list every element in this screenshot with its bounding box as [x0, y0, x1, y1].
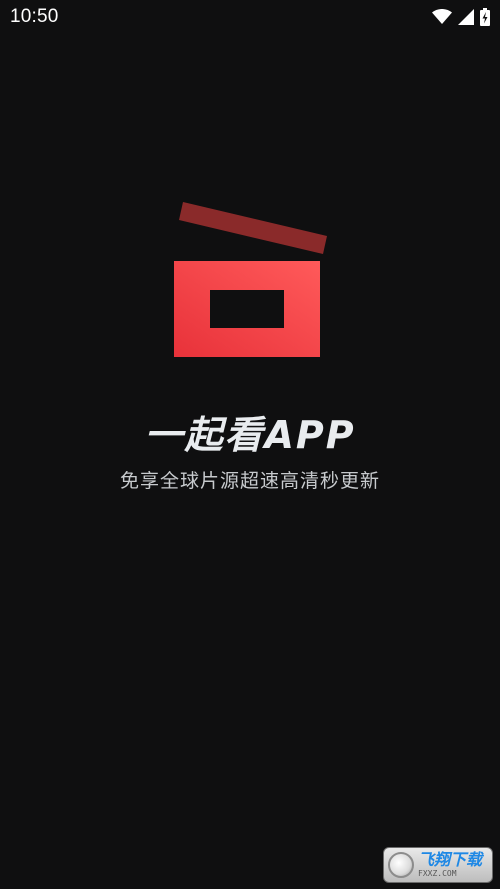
status-bar: 10:50 [0, 0, 500, 34]
wifi-icon [432, 9, 452, 25]
status-time: 10:50 [10, 6, 59, 27]
cellular-signal-icon [458, 9, 474, 25]
status-icons [432, 8, 490, 26]
watermark-logo-icon [388, 852, 414, 878]
app-tagline: 免享全球片源超速高清秒更新 [119, 470, 380, 492]
watermark-name: 飞翔下载 [418, 850, 483, 869]
app-title: 一起看APP [144, 413, 356, 457]
clapperboard-icon [170, 198, 330, 360]
watermark-text: 飞翔下载 FXXZ.COM [418, 852, 482, 878]
watermark-url: FXXZ.COM [418, 869, 457, 878]
watermark-badge: 飞翔下载 FXXZ.COM [383, 847, 493, 883]
battery-charging-icon [480, 8, 490, 26]
